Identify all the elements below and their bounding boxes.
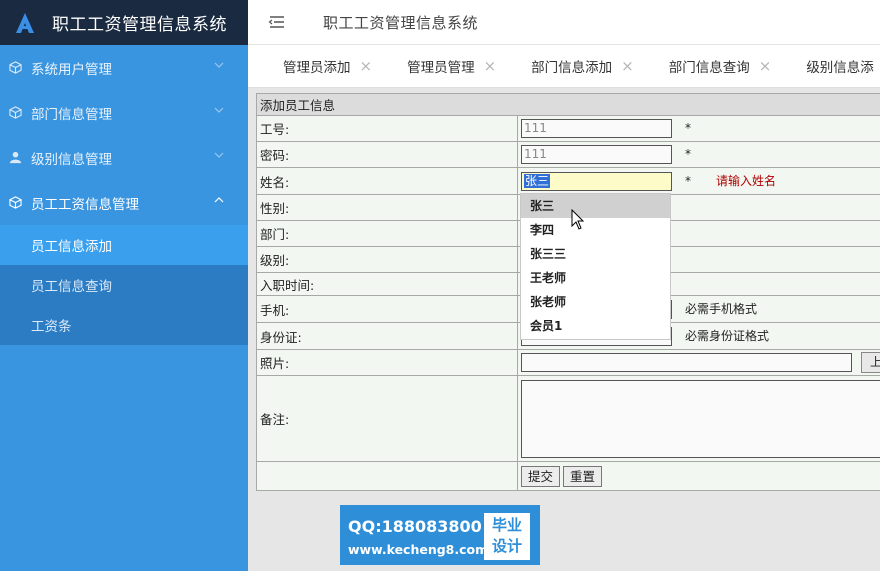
close-icon[interactable]: ×	[621, 58, 634, 74]
watermark-badge-line: 毕业	[491, 516, 522, 534]
chevron-up-icon	[214, 197, 224, 203]
upload-button[interactable]: 上	[861, 352, 880, 373]
autocomplete-option[interactable]: 李四	[521, 218, 670, 242]
sidebar-item-label: 级别信息管理	[31, 151, 112, 168]
chevron-down-icon	[214, 62, 224, 68]
photo-input[interactable]	[521, 353, 852, 372]
close-icon[interactable]: ×	[759, 58, 772, 74]
field-label: 姓名:	[256, 167, 518, 195]
form-row: 照片: 上	[256, 349, 880, 376]
field-label: 照片:	[256, 349, 518, 376]
sidebar-item-salary[interactable]: 员工工资信息管理	[0, 180, 248, 225]
tab-label: 管理员添加	[283, 60, 351, 76]
autocomplete-dropdown: 张三 李四 张三三 王老师 张老师 会员1	[520, 193, 671, 340]
field-label: 工号:	[256, 115, 518, 142]
format-hint: 必需身份证格式	[685, 328, 770, 343]
submenu-item-payslip[interactable]: 工资条	[0, 305, 248, 345]
autocomplete-option[interactable]: 张老师	[521, 290, 670, 314]
form-row: 工号: 111 *	[256, 115, 880, 142]
watermark-badge-line: 设计	[491, 537, 522, 555]
remark-textarea[interactable]	[521, 379, 880, 458]
brand: 职工工资管理信息系统	[0, 0, 248, 45]
required-mark: *	[685, 173, 691, 188]
field-label: 密码:	[256, 141, 518, 168]
form-caption: 添加员工信息	[256, 93, 880, 116]
form-actions-row: 提交 重置	[256, 461, 880, 491]
tab-bar: 管理员添加 × 管理员管理 × 部门信息添加 × 部门信息查询 × 级别信息添	[248, 45, 880, 88]
menu-toggle-icon[interactable]	[268, 15, 286, 29]
top-header: 职工工资管理信息系统	[248, 0, 880, 45]
cube-icon	[8, 106, 22, 120]
field-label: 入职时间:	[256, 272, 518, 296]
form-caption-row: 添加员工信息	[256, 93, 880, 116]
tab-label: 管理员管理	[407, 60, 475, 76]
selected-text: 张三	[524, 173, 551, 188]
sidebar: 职工工资管理信息系统 系统用户管理 部门信息管理 级别信息管理 员工工资信息管理…	[0, 0, 248, 571]
autocomplete-option[interactable]: 张三	[521, 194, 670, 218]
field-label: 身份证:	[256, 322, 518, 350]
user-icon	[8, 151, 22, 165]
autocomplete-option[interactable]: 张三三	[521, 242, 670, 266]
sidebar-item-system-users[interactable]: 系统用户管理	[0, 45, 248, 90]
sidebar-menu: 系统用户管理 部门信息管理 级别信息管理 员工工资信息管理	[0, 45, 248, 225]
logo-icon	[16, 12, 34, 33]
watermark: QQ:188083800 www.kecheng8.com 毕业 设计	[340, 505, 540, 565]
submit-button[interactable]: 提交	[521, 465, 561, 487]
tab-level-add[interactable]: 级别信息添	[771, 56, 874, 76]
password-input[interactable]: 111	[521, 145, 672, 164]
field-label: 部门:	[256, 220, 518, 247]
tab-label: 部门信息查询	[668, 60, 750, 76]
tab-label: 部门信息添加	[531, 60, 613, 76]
mouse-cursor-icon	[571, 209, 585, 230]
sidebar-item-label: 系统用户管理	[31, 61, 112, 78]
error-message: 请输入姓名	[716, 173, 777, 188]
autocomplete-option[interactable]: 王老师	[521, 266, 670, 290]
submenu-item-employee-query[interactable]: 员工信息查询	[0, 265, 248, 305]
format-hint: 必需手机格式	[685, 301, 758, 316]
reset-button[interactable]: 重置	[563, 465, 603, 487]
required-mark: *	[685, 121, 691, 135]
page-title: 职工工资管理信息系统	[323, 13, 479, 32]
form-row: 备注:	[256, 375, 880, 462]
submenu: 员工信息添加 员工信息查询 工资条	[0, 225, 248, 345]
submenu-item-employee-add[interactable]: 员工信息添加	[0, 225, 248, 265]
watermark-badge: 毕业 设计	[484, 513, 530, 560]
cube-icon	[8, 61, 22, 75]
job-no-input[interactable]: 111	[521, 119, 672, 138]
field-label: 性别:	[256, 194, 518, 221]
tab-dept-add[interactable]: 部门信息添加 ×	[496, 56, 634, 76]
watermark-qq: QQ:188083800	[348, 517, 482, 536]
tab-label: 级别信息添	[806, 60, 874, 76]
close-icon[interactable]: ×	[484, 58, 497, 74]
tab-dept-query[interactable]: 部门信息查询 ×	[634, 56, 772, 76]
autocomplete-option[interactable]: 会员1	[521, 314, 670, 338]
tab-admin-add[interactable]: 管理员添加 ×	[248, 56, 372, 76]
cube-icon	[8, 196, 22, 210]
chevron-down-icon	[214, 107, 224, 113]
field-label: 级别:	[256, 246, 518, 273]
sidebar-item-label: 员工工资信息管理	[31, 196, 139, 213]
brand-title: 职工工资管理信息系统	[52, 15, 227, 35]
sidebar-item-levels[interactable]: 级别信息管理	[0, 135, 248, 180]
close-icon[interactable]: ×	[360, 58, 373, 74]
form-row: 密码: 111 *	[256, 141, 880, 168]
name-input[interactable]: 张三	[521, 171, 672, 191]
sidebar-item-label: 部门信息管理	[31, 106, 112, 123]
form-row: 姓名: 张三 * 请输入姓名	[256, 167, 880, 195]
field-label: 备注:	[256, 375, 518, 462]
tab-admin-manage[interactable]: 管理员管理 ×	[372, 56, 496, 76]
watermark-url: www.kecheng8.com	[348, 542, 489, 557]
field-label: 手机:	[256, 295, 518, 323]
sidebar-item-departments[interactable]: 部门信息管理	[0, 90, 248, 135]
required-mark: *	[685, 147, 691, 161]
chevron-down-icon	[214, 152, 224, 158]
